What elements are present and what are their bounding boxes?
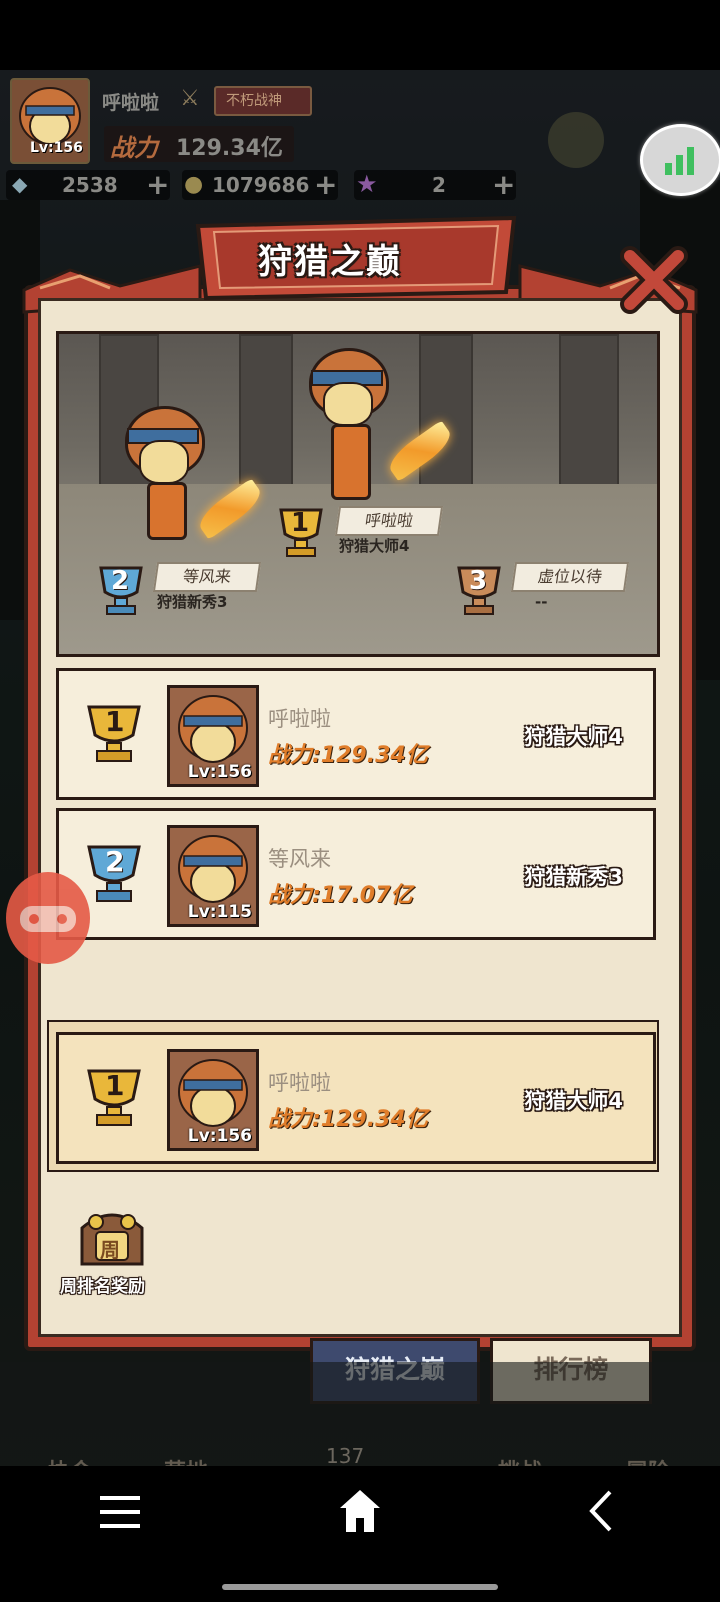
third-name-plate: 虚位以待 (510, 562, 630, 592)
star-icon: ★ (356, 170, 378, 198)
second-name: 等风来 (181, 567, 233, 586)
first-name-plate: 呼啦啦 (334, 506, 444, 536)
diamond-icon: ◆ (12, 172, 28, 196)
first-title: 狩猎大师4 (339, 537, 410, 555)
avatar[interactable]: Lv:156 (167, 685, 259, 787)
weekly-reward-button[interactable]: 周 周排名奖励 (60, 1208, 164, 1304)
coin-value: 1079686 (212, 173, 310, 197)
add-star-button[interactable]: + (492, 168, 515, 201)
second-place-character[interactable] (125, 406, 267, 566)
add-diamond-button[interactable]: + (146, 168, 169, 201)
close-icon (620, 246, 688, 314)
panel-title: 狩猎之巅 (258, 242, 402, 282)
rank-number: 2 (105, 845, 125, 878)
player-level: Lv:156 (187, 762, 252, 782)
title-badge[interactable]: ⚔ 不朽战神 (180, 82, 312, 116)
second-title: 狩猎新秀3 (157, 593, 228, 611)
coin-icon: ● (184, 172, 204, 197)
third-rank-number: 3 (469, 566, 488, 596)
weekly-reward-label: 周排名奖励 (60, 1277, 145, 1297)
signal-indicator[interactable] (640, 124, 720, 196)
player-power: 战力:129.34亿 (268, 743, 428, 768)
rank-number: 1 (105, 1069, 125, 1102)
first-rank-number: 1 (291, 508, 310, 538)
player-power: 战力:129.34亿 (268, 1107, 428, 1132)
player-name: 呼啦啦 (102, 92, 160, 114)
player-name: 呼啦啦 (268, 1071, 331, 1095)
wings-icon: ⚔ (180, 86, 200, 111)
badge-title: 不朽战神 (226, 93, 282, 109)
add-coin-button[interactable]: + (314, 168, 337, 201)
bottom-game-nav: 137 (0, 1362, 720, 1468)
coin-counter: ● 1079686 + (182, 168, 338, 201)
player-title: 狩猎新秀3 (524, 865, 623, 889)
panel-title-plate: 狩猎之巅 (188, 212, 524, 304)
player-level: Lv:115 (187, 902, 252, 922)
my-rank-row[interactable]: 1 Lv:156 呼啦啦 战力:129.34亿 狩猎大师4 (56, 1032, 656, 1164)
third-name: 虚位以待 (536, 567, 604, 586)
close-button[interactable] (612, 238, 696, 322)
player-level: Lv:156 (187, 1126, 252, 1146)
power-label: 战力 (110, 134, 158, 162)
diamond-counter: ◆ 2538 + (6, 168, 170, 201)
floating-game-button[interactable] (6, 872, 90, 964)
rank-number: 1 (105, 705, 125, 738)
avatar[interactable]: Lv:115 (167, 825, 259, 927)
player-name: 等风来 (268, 847, 331, 871)
player-title: 狩猎大师4 (524, 725, 623, 749)
power-display: 战力 129.34亿 (104, 126, 294, 162)
ranking-row[interactable]: 1 Lv:156 呼啦啦 战力:129.34亿 狩猎大师4 (56, 668, 656, 800)
third-title: -- (535, 593, 548, 611)
second-rank-number: 2 (111, 566, 130, 596)
avatar[interactable]: Lv:156 (167, 1049, 259, 1151)
first-name: 呼啦啦 (363, 511, 415, 530)
star-value: 2 (432, 173, 446, 197)
home-indicator[interactable] (222, 1584, 498, 1590)
back-icon[interactable] (584, 1488, 616, 1534)
power-value: 129.34亿 (176, 136, 283, 161)
reward-icon-char: 周 (100, 1238, 120, 1262)
player-power: 战力:17.07亿 (268, 883, 413, 908)
menu-icon[interactable] (98, 1492, 142, 1532)
diamond-value: 2538 (62, 173, 118, 197)
star-counter: ★ 2 + (354, 168, 516, 201)
nav-count: 137 (326, 1444, 365, 1468)
player-name: 呼啦啦 (268, 707, 331, 731)
home-icon[interactable] (338, 1488, 382, 1534)
ranking-row[interactable]: 2 Lv:115 等风来 战力:17.07亿 狩猎新秀3 (56, 808, 656, 940)
first-place-character[interactable] (309, 348, 457, 508)
gamepad-icon (20, 906, 76, 932)
system-navigation-bar (0, 1466, 720, 1602)
player-level: Lv:156 (30, 140, 83, 156)
second-name-plate: 等风来 (152, 562, 262, 592)
podium-scene: 1 呼啦啦 狩猎大师4 2 等风来 狩猎新秀3 3 虚位以待 -- (56, 331, 660, 657)
player-title: 狩猎大师4 (524, 1089, 623, 1113)
player-avatar[interactable]: Lv:156 (10, 78, 90, 164)
